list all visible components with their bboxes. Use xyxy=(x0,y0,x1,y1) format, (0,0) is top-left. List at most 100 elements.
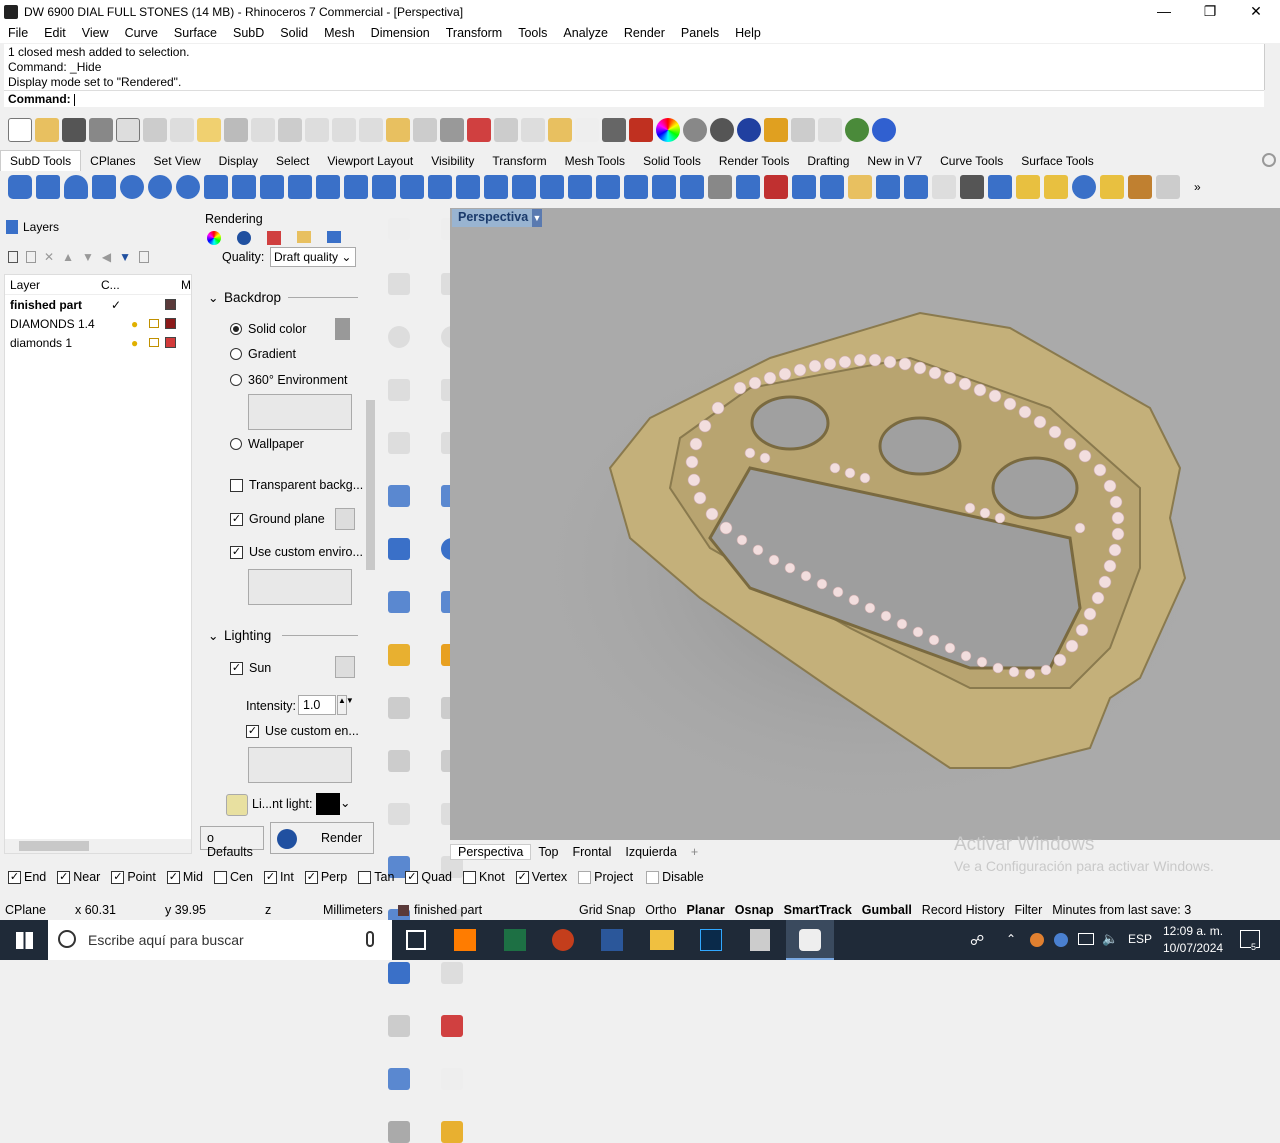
tray-chevron-icon[interactable]: ⌃ xyxy=(1006,932,1016,946)
tab-new-in-v7[interactable]: New in V7 xyxy=(858,151,931,171)
new-icon[interactable] xyxy=(8,118,32,142)
layer-name[interactable]: diamonds 1 xyxy=(5,336,101,350)
options-gear-icon[interactable] xyxy=(791,118,815,142)
calculator-icon[interactable] xyxy=(750,929,770,951)
layer-row[interactable]: DIAMONDS 1.4 ● xyxy=(5,314,191,333)
add-viewport-icon[interactable]: + xyxy=(684,845,705,859)
subd-insert-edge-icon[interactable] xyxy=(540,175,564,199)
material-sphere-icon[interactable] xyxy=(683,118,707,142)
menu-surface[interactable]: Surface xyxy=(166,26,225,40)
layer-row[interactable]: diamonds 1 ● xyxy=(5,333,191,352)
cplane-icon[interactable] xyxy=(521,118,545,142)
subd-cup-icon[interactable] xyxy=(680,175,704,199)
subd-bridge-icon[interactable] xyxy=(428,175,452,199)
osnap-int-checkbox[interactable]: ✓ xyxy=(263,870,277,884)
osnap-cen-checkbox[interactable] xyxy=(214,870,227,884)
menu-render[interactable]: Render xyxy=(616,26,673,40)
tab-curve-tools[interactable]: Curve Tools xyxy=(931,151,1012,171)
folder-tab-icon[interactable] xyxy=(297,231,311,243)
tab-subd-tools[interactable]: SubD Tools xyxy=(0,150,82,171)
photoshop-icon[interactable] xyxy=(700,929,722,951)
osnap-disable-checkbox[interactable] xyxy=(646,870,660,884)
clock-time[interactable]: 12:09 a. m. xyxy=(1163,924,1223,938)
render-button[interactable]: Render xyxy=(270,822,374,854)
transparent-checkbox[interactable] xyxy=(230,478,243,492)
render-v-scrollbar[interactable] xyxy=(364,250,377,810)
subd-extrude-icon[interactable] xyxy=(232,175,256,199)
snapshots-icon[interactable] xyxy=(818,118,842,142)
maximize-button[interactable]: ❐ xyxy=(1187,0,1233,23)
backdrop-section[interactable]: Backdrop xyxy=(224,290,281,305)
volume-icon[interactable]: 🔈 xyxy=(1102,931,1118,947)
menu-dimension[interactable]: Dimension xyxy=(363,26,438,40)
select-icon[interactable] xyxy=(548,118,572,142)
layer-color-swatch[interactable] xyxy=(165,337,176,348)
print-icon[interactable] xyxy=(89,118,113,142)
move-up-icon[interactable]: ▲ xyxy=(62,250,74,264)
lock-open-icon[interactable] xyxy=(149,319,159,328)
layer-row[interactable]: finished part ✓ xyxy=(5,295,191,314)
subd-pipe-icon[interactable] xyxy=(316,175,340,199)
subd-align-icon[interactable] xyxy=(708,175,732,199)
filter-icon[interactable]: ▼ xyxy=(119,250,131,264)
subd-symmetry-icon[interactable] xyxy=(736,175,760,199)
car-icon[interactable] xyxy=(467,118,491,142)
cut-icon[interactable] xyxy=(143,118,167,142)
subd-pencil-icon[interactable] xyxy=(792,175,816,199)
layer-color-swatch[interactable] xyxy=(165,299,176,310)
subd-globe-icon[interactable] xyxy=(1072,175,1096,199)
move-icon[interactable] xyxy=(388,962,410,984)
menu-view[interactable]: View xyxy=(74,26,117,40)
osnap-vertex-checkbox[interactable]: ✓ xyxy=(515,870,529,884)
viewport-menu-icon[interactable]: ▼ xyxy=(532,209,542,227)
export-icon[interactable] xyxy=(116,118,140,142)
subd-grid-icon[interactable] xyxy=(596,175,620,199)
checkmark-icon[interactable] xyxy=(441,1068,464,1090)
four-viewports-icon[interactable] xyxy=(440,118,464,142)
network-icon[interactable] xyxy=(1078,933,1094,945)
lighting-env-thumbnail[interactable] xyxy=(248,747,352,783)
fillet-icon[interactable] xyxy=(388,803,410,825)
open-icon[interactable] xyxy=(35,118,59,142)
properties-icon[interactable] xyxy=(764,118,788,142)
subd-fill-icon[interactable] xyxy=(456,175,480,199)
backdrop-color-swatch[interactable] xyxy=(335,318,350,340)
ground-plane-checkbox[interactable]: ✓ xyxy=(230,512,243,526)
subd-torus-icon[interactable] xyxy=(176,175,200,199)
new-sublayer-icon[interactable] xyxy=(26,251,36,263)
lighting-chevron-icon[interactable]: ⌄ xyxy=(208,628,218,643)
menu-mesh[interactable]: Mesh xyxy=(316,26,363,40)
status-cplane[interactable]: CPlane xyxy=(0,903,70,917)
cylinder-icon[interactable] xyxy=(388,591,410,613)
color-wheel-icon[interactable] xyxy=(656,118,680,142)
layer-name[interactable]: finished part xyxy=(5,298,101,312)
subd-crease-icon[interactable] xyxy=(400,175,424,199)
light-bulb-icon[interactable] xyxy=(226,794,248,816)
tab-cplanes[interactable]: CPlanes xyxy=(81,151,144,171)
layer-name[interactable]: DIAMONDS 1.4 xyxy=(5,317,101,331)
light-bulb-icon[interactable]: ● xyxy=(131,336,138,350)
zoom-icon[interactable] xyxy=(305,118,329,142)
illustrator-icon[interactable] xyxy=(454,929,476,951)
render-tool-icon[interactable] xyxy=(441,1121,464,1143)
subd-sweep-icon[interactable] xyxy=(260,175,284,199)
status-grid-snap[interactable]: Grid Snap xyxy=(574,903,640,917)
explode-icon[interactable] xyxy=(388,644,410,666)
zoom-selected-icon[interactable] xyxy=(386,118,410,142)
layers-title[interactable]: Layers xyxy=(23,220,59,234)
ground-plane-settings-icon[interactable] xyxy=(335,508,355,530)
subd-toggle-icon[interactable] xyxy=(876,175,900,199)
layer-icon[interactable] xyxy=(629,118,653,142)
subd-loft-icon[interactable] xyxy=(288,175,312,199)
menu-subd[interactable]: SubD xyxy=(225,26,272,40)
delete-layer-icon[interactable]: ✕ xyxy=(44,250,54,264)
osnap-end-checkbox[interactable]: ✓ xyxy=(8,870,21,884)
subd-convert-icon[interactable] xyxy=(988,175,1012,199)
rotate-view-icon[interactable] xyxy=(278,118,302,142)
subd-cylinder-icon[interactable] xyxy=(36,175,60,199)
sun-checkbox[interactable]: ✓ xyxy=(230,661,243,675)
osnap-mid-checkbox[interactable]: ✓ xyxy=(166,870,180,884)
column-material[interactable]: M xyxy=(181,278,191,292)
menu-transform[interactable]: Transform xyxy=(438,26,511,40)
osnap-project-checkbox[interactable] xyxy=(578,870,592,884)
